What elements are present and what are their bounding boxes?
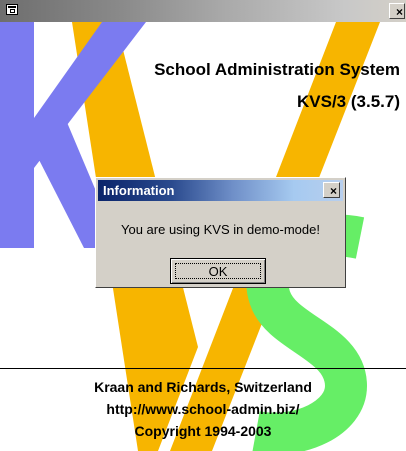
splash-headline: School Administration System [154,60,400,79]
dialog-message: You are using KVS in demo-mode! [121,222,320,237]
dialog-titlebar[interactable]: Information × [98,180,343,201]
footer-company: Kraan and Richards, Switzerland [94,379,312,395]
ok-button-label: OK [175,263,261,279]
dialog-close-button[interactable]: × [323,182,340,198]
window-close-button[interactable]: × [389,3,405,19]
footer-copyright: Copyright 1994-2003 [134,423,272,439]
ok-button[interactable]: OK [170,258,266,284]
information-dialog: Information × You are using KVS in demo-… [95,177,346,288]
dialog-title: Information [103,183,175,198]
footer-url: http://www.school-admin.biz/ [106,401,300,417]
app-window-icon[interactable] [6,4,18,15]
main-window-titlebar[interactable]: × [0,0,406,22]
logo-letter-k-stem [0,22,34,248]
splash-version: KVS/3 (3.5.7) [297,92,400,111]
footer-divider [0,368,406,369]
